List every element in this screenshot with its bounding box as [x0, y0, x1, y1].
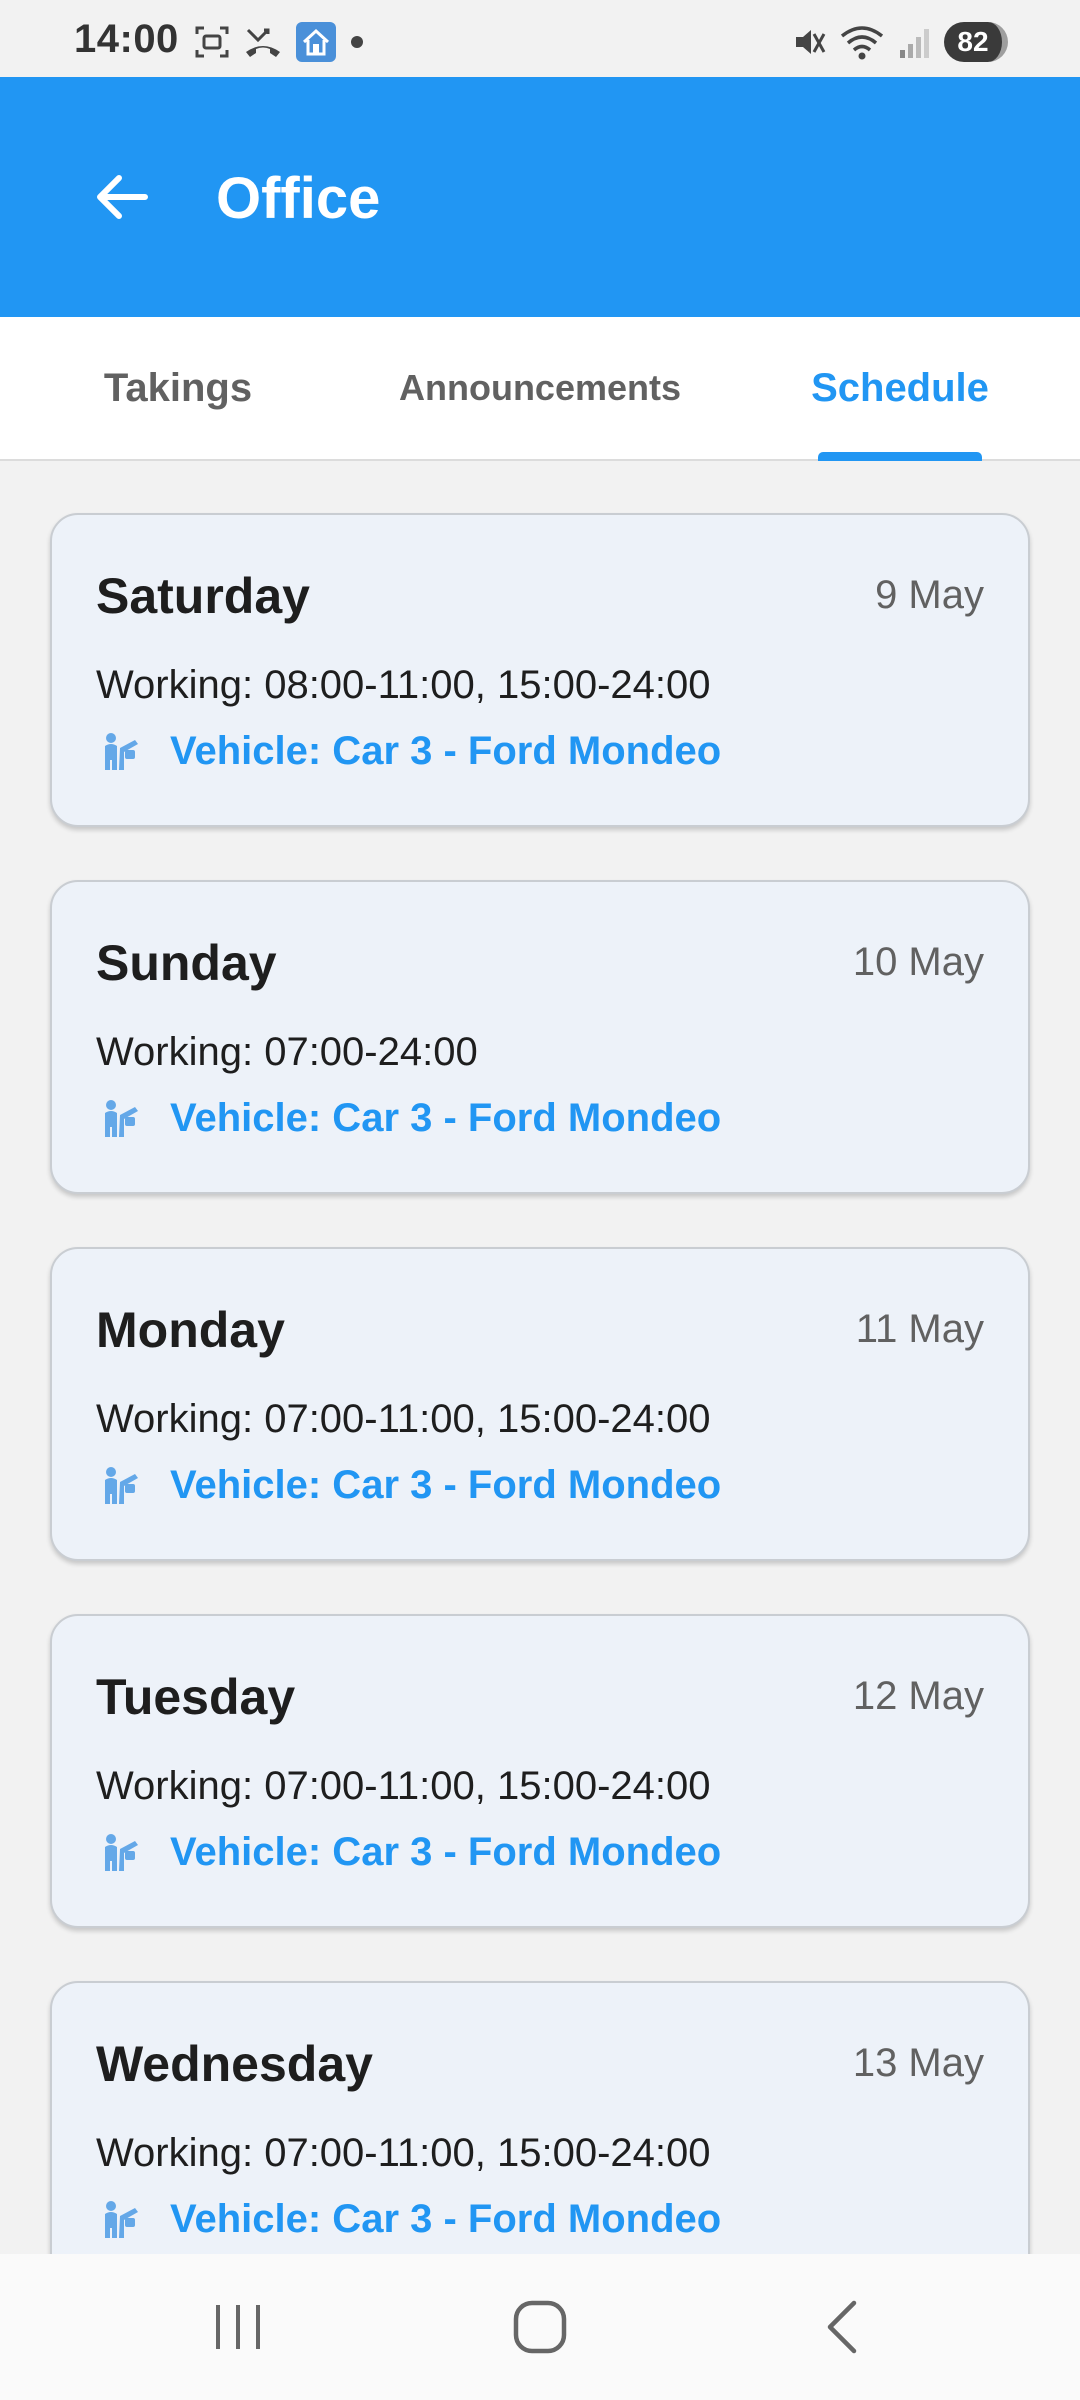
- recent-apps-button[interactable]: [188, 2284, 288, 2370]
- status-left-icons: [194, 22, 364, 62]
- tab-takings[interactable]: Takings: [38, 317, 318, 459]
- day-name: Sunday: [96, 935, 277, 991]
- status-bar: 14:00 82: [0, 0, 1080, 77]
- schedule-card[interactable]: Tuesday 12 May Working: 07:00-11:00, 15:…: [50, 1614, 1030, 1928]
- day-date: 9 May: [875, 573, 984, 617]
- vehicle-label: Vehicle: Car 3 - Ford Mondeo: [170, 1463, 722, 1507]
- day-name: Monday: [96, 1302, 285, 1358]
- page-title: Office: [216, 166, 381, 231]
- back-icon: [827, 2300, 857, 2354]
- vehicle-row: Vehicle: Car 3 - Ford Mondeo: [102, 1096, 721, 1141]
- dot-icon: [351, 36, 363, 48]
- vehicle-icon: [105, 1099, 138, 1137]
- vehicle-icon: [105, 1833, 138, 1871]
- working-hours: Working: 07:00-11:00, 15:00-24:00: [96, 1764, 711, 1808]
- schedule-card[interactable]: Monday 11 May Working: 07:00-11:00, 15:0…: [50, 1247, 1030, 1561]
- screenshot-icon: [195, 26, 229, 58]
- schedule-list[interactable]: Saturday 9 May Working: 08:00-11:00, 15:…: [0, 461, 1080, 2254]
- vehicle-icon: [105, 732, 138, 770]
- vehicle-icon: [105, 2200, 138, 2238]
- mute-icon: [796, 30, 826, 54]
- day-date: 12 May: [852, 1674, 984, 1718]
- vehicle-row: Vehicle: Car 3 - Ford Mondeo: [102, 729, 721, 774]
- tab-announcements[interactable]: Announcements: [380, 317, 700, 459]
- vehicle-label: Vehicle: Car 3 - Ford Mondeo: [170, 1096, 722, 1140]
- arrow-left-icon: [97, 175, 148, 219]
- vehicle-row: Vehicle: Car 3 - Ford Mondeo: [102, 1463, 721, 1508]
- vehicle-label: Vehicle: Car 3 - Ford Mondeo: [170, 729, 722, 773]
- missed-call-icon: [246, 28, 280, 57]
- day-name: Wednesday: [96, 2036, 373, 2092]
- vehicle-label: Vehicle: Car 3 - Ford Mondeo: [170, 1830, 722, 1874]
- vehicle-label: Vehicle: Car 3 - Ford Mondeo: [170, 2197, 722, 2241]
- status-right-icons: 82: [792, 22, 1008, 62]
- battery-indicator: 82: [944, 22, 1008, 62]
- day-date: 11 May: [855, 1307, 984, 1351]
- signal-icon: [900, 29, 929, 58]
- schedule-card[interactable]: Sunday 10 May Working: 07:00-24:00 Vehic…: [50, 880, 1030, 1194]
- tab-schedule[interactable]: Schedule: [770, 317, 1030, 459]
- working-hours: Working: 08:00-11:00, 15:00-24:00: [96, 663, 711, 707]
- schedule-card[interactable]: Saturday 9 May Working: 08:00-11:00, 15:…: [50, 513, 1030, 827]
- day-date: 10 May: [852, 940, 984, 984]
- vehicle-row: Vehicle: Car 3 - Ford Mondeo: [102, 2197, 721, 2242]
- day-date: 13 May: [852, 2041, 984, 2085]
- tab-indicator: [818, 452, 982, 461]
- wifi-icon: [840, 26, 884, 60]
- back-button[interactable]: [80, 155, 164, 239]
- home-app-icon: [296, 22, 336, 62]
- recent-apps-icon: [216, 2305, 260, 2349]
- navigation-bar: [0, 2254, 1080, 2400]
- working-hours: Working: 07:00-11:00, 15:00-24:00: [96, 1397, 711, 1441]
- home-icon: [513, 2300, 567, 2354]
- tab-bar: Takings Announcements Schedule: [0, 317, 1080, 461]
- working-hours: Working: 07:00-11:00, 15:00-24:00: [96, 2131, 711, 2175]
- home-button[interactable]: [490, 2284, 590, 2370]
- working-hours: Working: 07:00-24:00: [96, 1030, 478, 1074]
- system-back-button[interactable]: [792, 2284, 892, 2370]
- app-bar: Office: [0, 77, 1080, 317]
- vehicle-icon: [105, 1466, 138, 1504]
- status-time: 14:00: [74, 17, 179, 61]
- day-name: Saturday: [96, 568, 310, 624]
- day-name: Tuesday: [96, 1669, 296, 1725]
- vehicle-row: Vehicle: Car 3 - Ford Mondeo: [102, 1830, 721, 1875]
- schedule-card[interactable]: Wednesday 13 May Working: 07:00-11:00, 1…: [50, 1981, 1030, 2254]
